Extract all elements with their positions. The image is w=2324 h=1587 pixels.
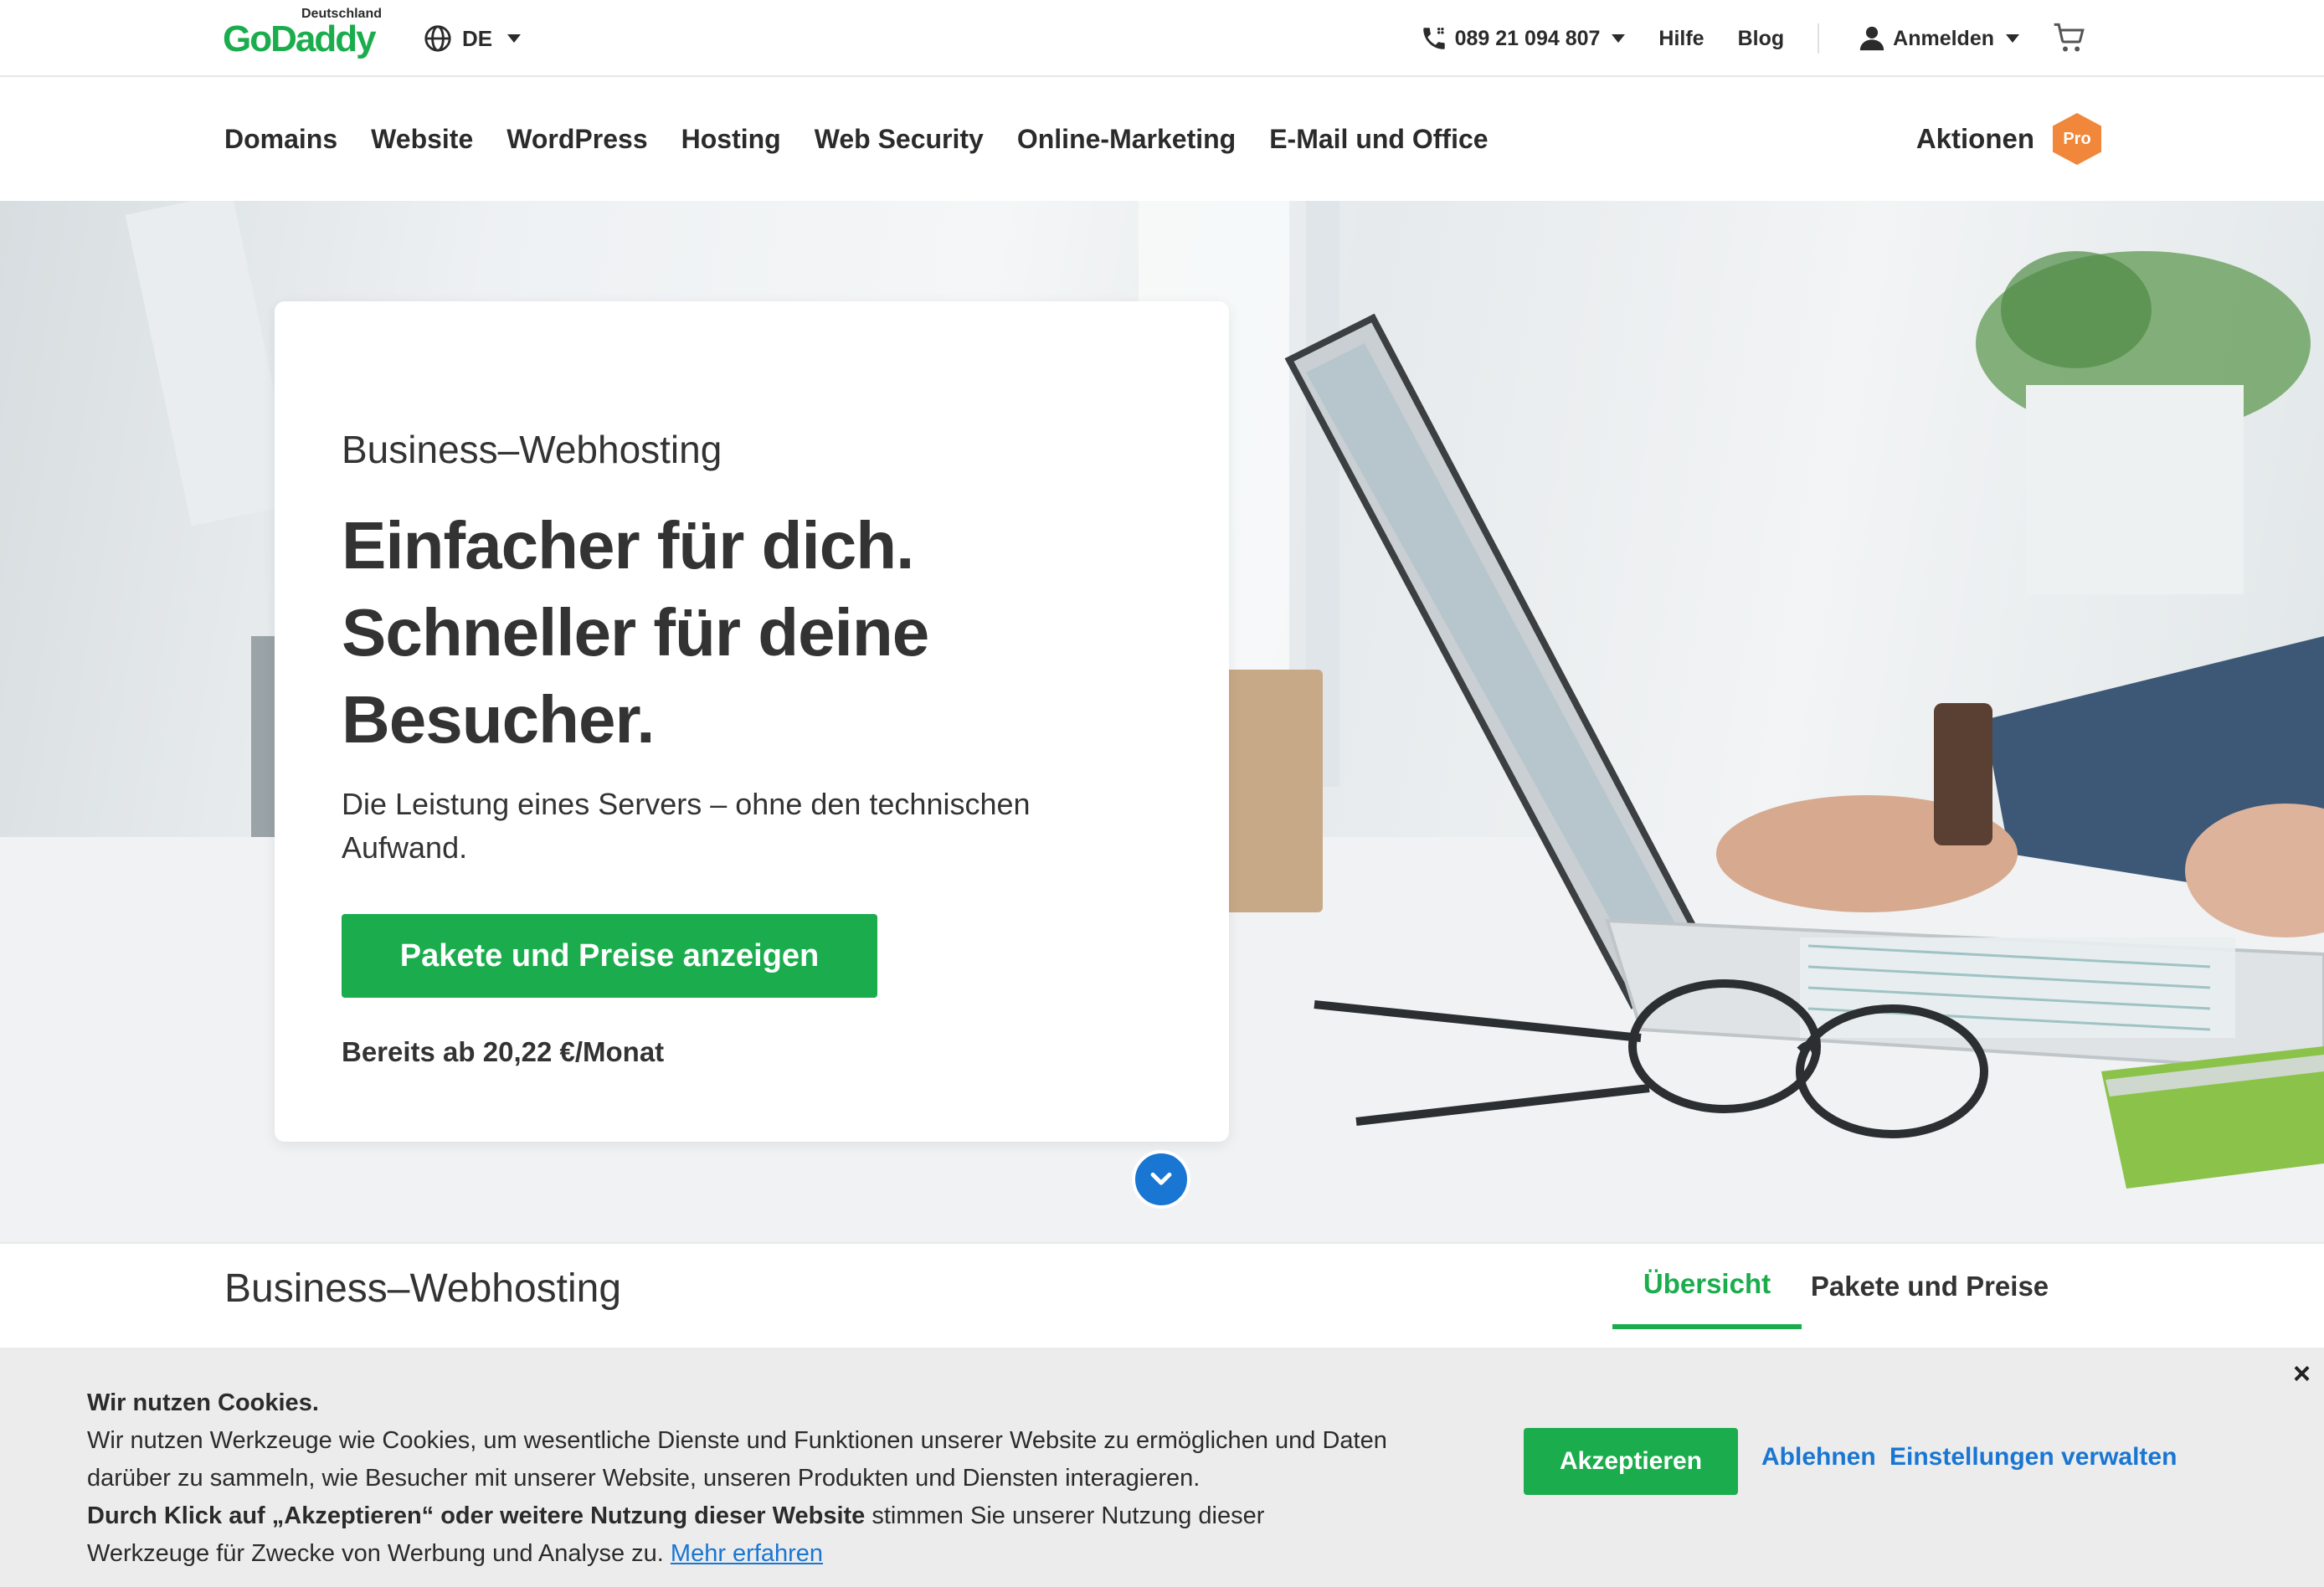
hero-headline-line-3: Besucher. [342,682,655,757]
close-icon[interactable]: × [2293,1356,2311,1391]
cart-button[interactable] [2036,22,2103,55]
hero-headline-line-1: Einfacher für dich. [342,508,914,583]
cookie-text-bold: Durch Klick auf „Akzeptieren“ oder weite… [87,1502,866,1529]
nav-item-online-marketing[interactable]: Online-Marketing [1017,124,1236,155]
phone-menu[interactable]: 089 21 094 807 [1403,24,1643,53]
hero-headline: Einfacher für dich. Schneller für deine … [342,502,1095,763]
signin-label: Anmelden [1893,26,1994,50]
pro-badge[interactable]: Pro [2053,113,2101,165]
signin-menu[interactable]: Anmelden [1841,24,2036,53]
phone-number: 089 21 094 807 [1454,26,1601,50]
manage-settings-link[interactable]: Einstellungen verwalten [1890,1443,2177,1471]
tab-overview[interactable]: Übersicht [1612,1244,1802,1329]
hero-headline-line-2: Schneller für deine [342,595,929,670]
cart-icon [2054,23,2085,52]
nav-item-domains[interactable]: Domains [224,124,337,155]
promotions-label: Aktionen [1915,123,2034,154]
utility-links: 089 21 094 807 Hilfe Blog Anmelden [1403,18,2103,59]
tab-plans-pricing[interactable]: Pakete und Preise [1802,1244,2058,1329]
hero-subtext: Die Leistung eines Servers – ohne den te… [342,787,1031,865]
logo-wordmark: GoDaddy [223,18,377,59]
nav-item-web-security[interactable]: Web Security [815,124,984,155]
main-nav-links: Domains Website WordPress Hosting Web Se… [224,77,1488,201]
product-title: Business–Webhosting [224,1266,622,1311]
utility-bar: Deutschland GoDaddy DE 089 21 094 807 Hi… [0,0,2324,77]
cookie-banner: Wir nutzen Cookies. Wir nutzen Werkzeuge… [0,1348,2324,1587]
cookie-text-intro: Wir nutzen Werkzeuge wie Cookies, um wes… [87,1427,1387,1492]
cookie-heading: Wir nutzen Cookies. [87,1389,319,1416]
hero-card: Business–Webhosting Einfacher für dich. … [275,301,1229,1142]
promotions-link[interactable]: Aktionen Pro [1916,110,2101,167]
nav-item-email-office[interactable]: E-Mail und Office [1269,124,1488,155]
help-link[interactable]: Hilfe [1642,27,1720,51]
language-selector[interactable]: DE [424,20,522,57]
nav-item-hosting[interactable]: Hosting [681,124,781,155]
scroll-down-button[interactable] [1132,1150,1190,1209]
chevron-down-icon [1612,34,1626,43]
decline-cookies-link[interactable]: Ablehnen [1761,1443,1876,1471]
chevron-down-icon [507,34,522,43]
chevron-down-icon [1150,1172,1172,1185]
main-nav: Domains Website WordPress Hosting Web Se… [0,77,2324,201]
chevron-down-icon [2006,34,2019,43]
cookie-text: Wir nutzen Cookies. Wir nutzen Werkzeuge… [87,1384,1393,1573]
hero-section: Business–Webhosting Einfacher für dich. … [0,201,2324,1242]
nav-item-website[interactable]: Website [371,124,473,155]
hero-eyebrow: Business–Webhosting [342,428,722,471]
starting-price: Bereits ab 20,22 €/Monat [342,1036,665,1067]
learn-more-link[interactable]: Mehr erfahren [671,1540,823,1567]
view-plans-button[interactable]: Pakete und Preise anzeigen [342,914,877,998]
blog-link[interactable]: Blog [1721,27,1802,51]
globe-icon [424,25,451,52]
godaddy-logo[interactable]: Deutschland GoDaddy [223,7,390,65]
product-subnav: Business–Webhosting Übersicht Pakete und… [0,1242,2324,1348]
language-label: DE [462,25,493,51]
accept-cookies-button[interactable]: Akzeptieren [1524,1428,1738,1495]
nav-item-wordpress[interactable]: WordPress [506,124,647,155]
user-icon [1859,26,1884,51]
divider [1818,23,1820,54]
phone-icon [1422,27,1445,49]
